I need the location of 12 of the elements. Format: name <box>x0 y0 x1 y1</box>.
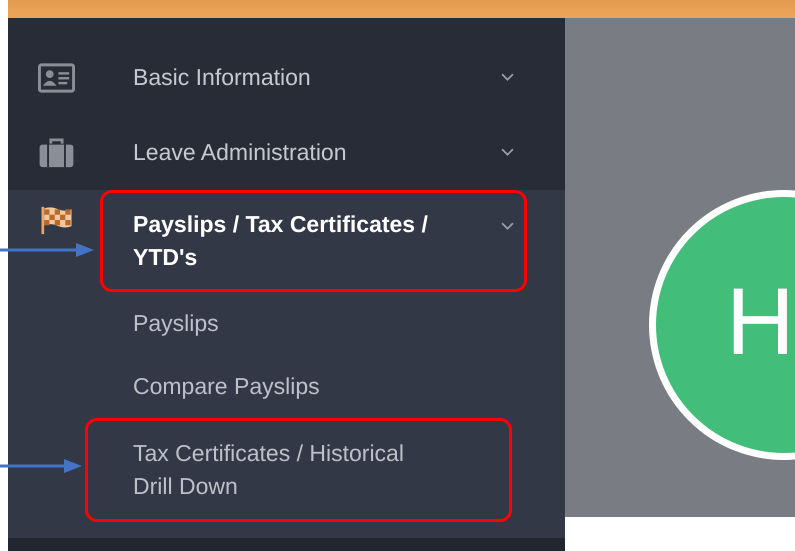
menu-item[interactable]: Basic Information <box>100 40 527 115</box>
menu-item[interactable]: Payslips / Tax Certificates / YTD's <box>100 190 527 292</box>
id-card-icon <box>38 62 75 92</box>
submenu-item[interactable]: Compare Payslips <box>85 355 512 418</box>
menu-item[interactable]: Leave Administration <box>100 115 527 190</box>
submenu-item[interactable]: Payslips <box>85 292 512 355</box>
submenu-item[interactable]: Tax Certificates / Historical Drill Down <box>85 418 512 522</box>
chevron-down-icon <box>501 73 514 82</box>
chevron-down-icon <box>501 222 514 231</box>
briefcase-icon <box>38 138 75 168</box>
avatar-initial: H <box>726 268 795 377</box>
chevron-down-icon <box>501 148 514 157</box>
